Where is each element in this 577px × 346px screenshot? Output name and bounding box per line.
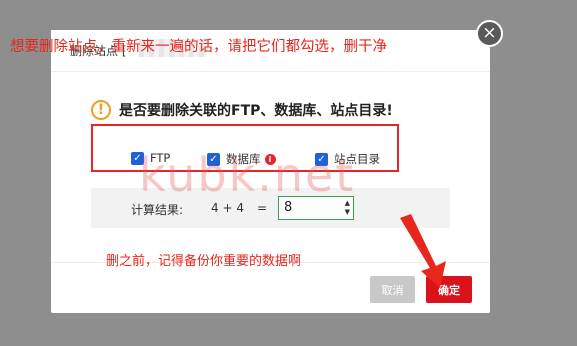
cancel-button[interactable]: 取消 (370, 276, 415, 303)
close-icon[interactable]: × (476, 20, 503, 47)
warning-icon: ! (91, 100, 111, 120)
calc-equals: = (257, 201, 268, 215)
delete-site-dialog: 删除站点 [ ! 是否要删除关联的FTP、数据库、站点目录! ✓ FTP ✓ 数… (51, 30, 490, 313)
warning-row: ! 是否要删除关联的FTP、数据库、站点目录! (91, 100, 393, 120)
annotation-top: 想要删除站点，重新来一遍的话，请把它们都勾选，删干净 (10, 39, 387, 55)
watermark: kubk.net (139, 148, 356, 202)
confirm-button[interactable]: 确定 (426, 276, 472, 303)
calc-label: 计算结果: (131, 203, 184, 217)
calc-expression: 4 + 4 (211, 201, 244, 215)
warning-text: 是否要删除关联的FTP、数据库、站点目录! (119, 103, 393, 119)
spin-down-icon[interactable]: ▼ (345, 208, 350, 217)
calc-answer-value: 8 (284, 200, 293, 215)
annotation-bottom: 删之前，记得备份你重要的数据啊 (106, 254, 302, 269)
